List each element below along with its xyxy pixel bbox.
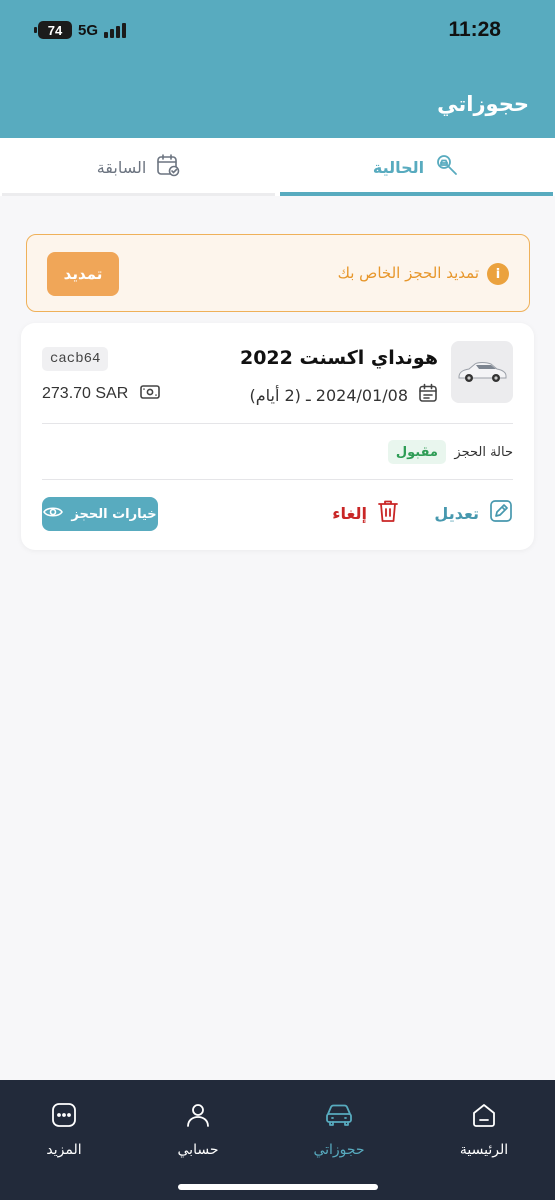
car-image-icon — [458, 362, 507, 382]
cancel-label: إلغاء — [332, 503, 367, 523]
nav-bookings[interactable]: حجوزاتي — [279, 1102, 399, 1158]
trash-icon — [377, 499, 399, 527]
network-type: 5G — [78, 21, 99, 39]
booking-dates: 2024/01/08 ـ (2 أيام) — [249, 385, 408, 405]
nav-home-label: الرئيسية — [459, 1142, 509, 1158]
page-title: حجوزاتي — [437, 92, 529, 116]
calendar-check-icon — [156, 153, 180, 181]
home-indicator — [178, 1184, 378, 1190]
card-divider-bottom — [42, 479, 513, 480]
alert-message: تمديد الحجز الخاص بك — [337, 264, 479, 282]
extend-booking-alert: i تمديد الحجز الخاص بك تمديد — [26, 234, 530, 312]
car-thumbnail — [451, 341, 513, 403]
booking-card: هونداي اكسنت 2022 2024/01/08 ـ (2 أيام) … — [21, 323, 534, 550]
cancel-booking-button[interactable]: إلغاء — [332, 499, 399, 527]
tab-previous[interactable]: السابقة — [0, 138, 277, 196]
eye-icon — [43, 505, 64, 523]
user-icon — [185, 1102, 211, 1132]
booking-tabs: الحالية السابقة — [0, 138, 555, 196]
edit-label: تعديل — [434, 503, 479, 523]
car-search-icon — [434, 152, 460, 182]
calendar-icon — [418, 383, 438, 407]
tab-previous-label: السابقة — [96, 157, 147, 177]
edit-booking-button[interactable]: تعديل — [434, 499, 513, 527]
card-divider-top — [42, 423, 513, 424]
nav-account[interactable]: حسابي — [138, 1102, 258, 1158]
nav-bookings-label: حجوزاتي — [313, 1142, 365, 1158]
options-label: خيارات الحجز — [71, 506, 157, 522]
bottom-navigation: الرئيسية حجوزاتي حسابي المزيد — [0, 1080, 555, 1200]
status-indicators: 74 5G — [34, 21, 127, 39]
info-icon: i — [487, 263, 509, 285]
booking-dates-row: 2024/01/08 ـ (2 أيام) — [249, 383, 438, 407]
nav-more[interactable]: المزيد — [4, 1102, 124, 1158]
money-icon — [140, 384, 161, 404]
tab-active-underline — [280, 192, 553, 196]
tab-current[interactable]: الحالية — [278, 138, 555, 196]
edit-icon — [489, 499, 513, 527]
signal-icon — [104, 22, 127, 38]
price-row: 273.70 SAR — [42, 384, 161, 404]
nav-home[interactable]: الرئيسية — [424, 1102, 544, 1158]
status-time: 11:28 — [448, 18, 501, 41]
status-bar: 74 5G 11:28 — [0, 0, 555, 62]
home-icon — [471, 1102, 497, 1132]
tab-current-label: الحالية — [372, 157, 425, 177]
car-icon — [324, 1102, 354, 1132]
more-icon — [51, 1102, 77, 1132]
nav-more-label: المزيد — [46, 1142, 82, 1158]
extend-button[interactable]: تمديد — [47, 252, 119, 296]
booking-options-button[interactable]: خيارات الحجز — [42, 497, 158, 531]
plate-number: cacb64 — [42, 347, 109, 371]
tab-inactive-underline — [2, 193, 275, 196]
car-name: هونداي اكسنت 2022 — [239, 347, 438, 369]
app-header: 74 5G 11:28 حجوزاتي — [0, 0, 555, 138]
booking-price: 273.70 SAR — [42, 385, 129, 402]
booking-status-label: حالة الحجز — [454, 445, 513, 460]
nav-account-label: حسابي — [177, 1142, 219, 1158]
battery-icon: 74 — [34, 21, 72, 39]
status-badge: مقبول — [387, 440, 446, 464]
